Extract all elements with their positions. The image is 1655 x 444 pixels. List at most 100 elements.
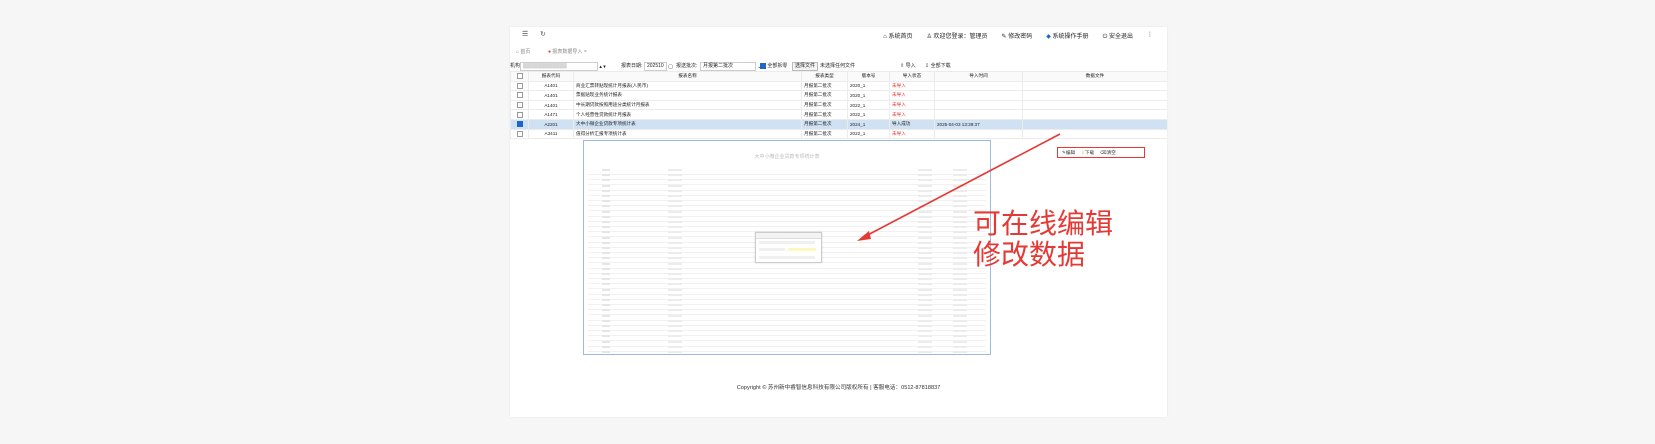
clear-button[interactable]: ⌫清空 — [1100, 150, 1116, 156]
embedded-cell — [602, 278, 610, 281]
choose-file-button[interactable]: 选择文件 — [792, 62, 819, 71]
embedded-cell — [918, 169, 932, 171]
row-checkbox[interactable] — [510, 128, 529, 140]
embedded-cell — [668, 184, 682, 187]
embedded-cell — [918, 299, 932, 301]
change-password-link[interactable]: ✎ 修改密码 — [1002, 31, 1033, 41]
embedded-cell — [918, 200, 932, 203]
embedded-cell — [953, 351, 967, 353]
embedded-cell — [918, 309, 932, 312]
embedded-cell — [602, 299, 610, 301]
embedded-cell — [602, 210, 610, 213]
period-input[interactable]: 202510 ▢ — [644, 62, 673, 71]
table-row[interactable]: A3411 值得分析汇报专项统计表 月报第二批次 2022_1 未导入 — [510, 128, 1167, 140]
embedded-cell — [602, 267, 610, 270]
table-row[interactable]: A1401 商业汇票转贴现统计月报表(人民币) 月报第二批次 2020_1 未导… — [510, 80, 1167, 92]
batch-select[interactable]: 月报第二批次 ⌄ — [700, 62, 762, 71]
embedded-cell — [918, 231, 932, 234]
embedded-cell — [602, 330, 610, 333]
embedded-cell — [918, 195, 932, 197]
embedded-cell — [602, 309, 610, 312]
embedded-cell — [668, 278, 682, 281]
embedded-cell — [602, 262, 610, 265]
tab-report-import[interactable]: ● 报表数据导入 × — [548, 48, 587, 55]
embedded-cell — [602, 340, 610, 343]
edit-button[interactable]: ✎编辑 — [1062, 150, 1075, 156]
embedded-cell — [918, 210, 932, 213]
embedded-cell — [602, 200, 610, 203]
tab-home[interactable]: ⌂ 首页 — [516, 48, 530, 55]
embedded-cell — [953, 267, 967, 270]
row-checkbox[interactable] — [510, 118, 529, 130]
refresh-icon[interactable]: ↻ — [540, 30, 546, 38]
checkbox[interactable] — [760, 62, 766, 69]
embedded-cell — [668, 205, 682, 208]
embedded-cell — [918, 273, 932, 275]
more-vertical-icon[interactable]: ⋮ — [1147, 31, 1153, 41]
embedded-cell — [668, 314, 682, 317]
download-all-button[interactable]: ⇩ 全部下载 — [925, 62, 951, 69]
batch-label: 报送批次: — [676, 63, 698, 69]
manual-link[interactable]: ◆ 系统操作手册 — [1046, 31, 1088, 41]
check-all[interactable]: 全部拆零 — [760, 62, 787, 69]
embedded-cell — [668, 262, 682, 265]
popup-buttons[interactable] — [759, 256, 815, 259]
embedded-cell — [918, 340, 932, 343]
embedded-cell — [668, 189, 682, 192]
table-row[interactable]: A1401 票据贴现业务统计报表 月报第二批次 2020_1 未导入 — [510, 90, 1167, 101]
embedded-cell — [668, 210, 682, 213]
column-header: 报表名称 — [573, 71, 802, 82]
org-select[interactable]: ▓▓▓▓▓▓▓▓▓▓▓▓ ▴ ▾ — [520, 62, 606, 71]
embedded-cell — [668, 226, 682, 229]
import-button[interactable]: ⇪ 导入 — [900, 62, 916, 69]
embedded-cell — [602, 351, 610, 353]
embedded-cell — [668, 340, 682, 343]
embedded-cell — [918, 278, 932, 281]
embedded-cell — [953, 340, 967, 343]
embedded-cell — [668, 299, 682, 301]
embedded-cell — [602, 226, 610, 229]
embedded-cell — [668, 169, 682, 171]
embedded-cell — [602, 252, 610, 255]
row-checkbox[interactable] — [510, 90, 529, 101]
embedded-cell — [668, 221, 682, 223]
embedded-cell — [918, 267, 932, 270]
embedded-cell — [918, 215, 932, 218]
embedded-cell — [953, 345, 967, 348]
embedded-cell — [953, 221, 967, 223]
embedded-cell — [602, 293, 610, 296]
embedded-cell — [953, 288, 967, 291]
filter-bar: 机构: ▓▓▓▓▓▓▓▓▓▓▓▓ ▴ ▾ 报表日期: 202510 ▢ 报送批次… — [510, 61, 1167, 71]
column-header: 报表类型 — [801, 71, 848, 82]
embedded-cell — [668, 200, 682, 203]
embedded-cell — [668, 273, 682, 275]
embedded-cell — [953, 174, 967, 177]
embedded-cell — [953, 293, 967, 296]
embedded-cell — [668, 345, 682, 348]
row-checkbox[interactable] — [510, 109, 529, 120]
menu-icon[interactable]: ☰ — [522, 30, 528, 38]
table-row[interactable]: A1471 个人经营性贷款统计月报表 月报第二批次 2022_1 未导入 — [510, 109, 1167, 120]
row-checkbox[interactable] — [510, 99, 529, 111]
embedded-cell — [918, 226, 932, 229]
embedded-cell — [953, 325, 967, 327]
home-link[interactable]: ⌂ 系统首页 — [883, 31, 912, 41]
embedded-cell — [668, 309, 682, 312]
row-checkbox[interactable] — [510, 80, 529, 92]
embedded-cell — [918, 345, 932, 348]
embedded-report-title: 大中小微企业贷款专项统计表 — [754, 154, 820, 160]
edit-field[interactable] — [788, 248, 816, 251]
embedded-cell — [602, 195, 610, 197]
logout-link[interactable]: ⏻ 安全退出 — [1103, 31, 1133, 41]
select-all-checkbox[interactable] — [510, 71, 529, 82]
table-row[interactable]: A1401 中长期贷款按照用途分类统计月报表 月报第二批次 2022_1 未导入 — [510, 99, 1167, 111]
table-row-selected[interactable]: A2201 大中小微企业贷款专项统计表 月报第二批次 2024_1 导入成功 2… — [510, 118, 1167, 130]
embedded-cell — [918, 319, 932, 322]
column-header: 数据文件 — [1022, 71, 1167, 82]
edit-popup[interactable] — [755, 232, 822, 263]
download-button[interactable]: ⇩下载 — [1081, 150, 1094, 156]
embedded-cell — [668, 325, 682, 327]
top-bar: ☰ ↻ ⌂ 系统首页 ♙ 欢迎您登录：管理员 ✎ 修改密码 ◆ 系统操作手册 ⏻… — [510, 27, 1167, 43]
popup-line — [759, 248, 785, 251]
embedded-cell — [668, 252, 682, 255]
